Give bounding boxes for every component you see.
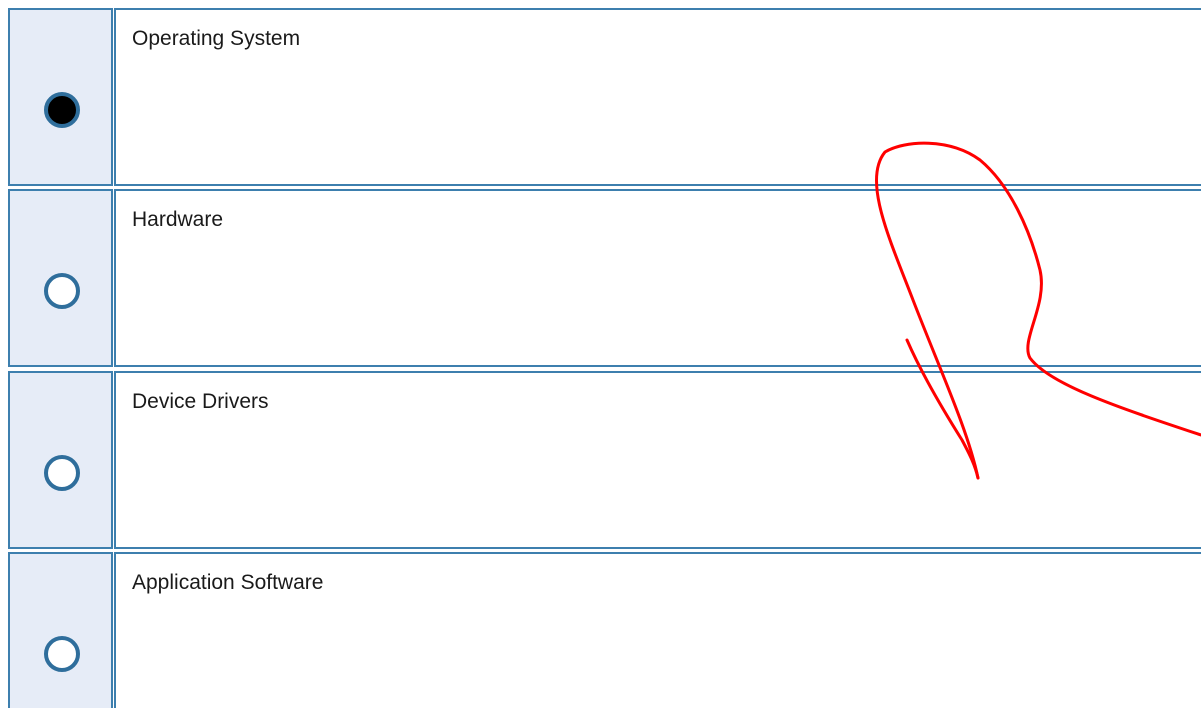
option-label: Operating System — [132, 27, 301, 50]
radio-button-selected[interactable] — [43, 92, 80, 128]
radio-cell[interactable] — [8, 371, 113, 549]
option-label: Application Software — [132, 571, 324, 594]
radio-button[interactable] — [43, 273, 80, 309]
quiz-page: Operating System Hardware Device Drivers… — [0, 0, 1201, 708]
option-label: Device Drivers — [132, 390, 269, 413]
label-cell[interactable]: Hardware — [114, 189, 1201, 367]
label-cell[interactable]: Device Drivers — [114, 371, 1201, 549]
radio-button[interactable] — [43, 636, 80, 672]
radio-cell[interactable] — [8, 189, 113, 367]
option-row-hardware[interactable]: Hardware — [0, 189, 1201, 367]
option-row-application-software[interactable]: Application Software — [0, 552, 1201, 708]
radio-cell[interactable] — [8, 8, 113, 186]
label-cell[interactable]: Operating System — [114, 8, 1201, 186]
label-cell[interactable]: Application Software — [114, 552, 1201, 708]
radio-cell[interactable] — [8, 552, 113, 708]
option-label: Hardware — [132, 208, 224, 231]
option-row-device-drivers[interactable]: Device Drivers — [0, 371, 1201, 549]
radio-button[interactable] — [43, 455, 80, 491]
option-row-operating-system[interactable]: Operating System — [0, 8, 1201, 186]
